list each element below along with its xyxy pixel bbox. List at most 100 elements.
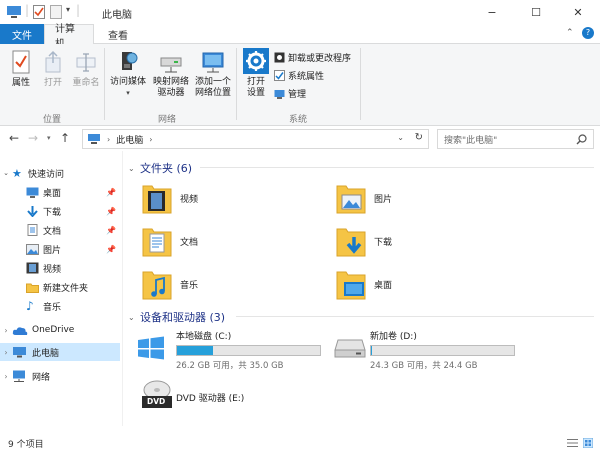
pin-icon[interactable]: 📌: [106, 226, 116, 235]
rename-label: 重命名: [72, 78, 100, 88]
tab-computer[interactable]: 计算机: [44, 24, 94, 50]
breadcrumb-chevron-icon[interactable]: ›: [107, 135, 110, 144]
pin-icon[interactable]: 📌: [106, 188, 116, 197]
tab-view[interactable]: 查看: [98, 24, 138, 44]
sidebar-item-label: 桌面: [43, 188, 62, 199]
map-network-drive-button[interactable]: 映射网络 驱动器: [150, 50, 192, 99]
drive-d[interactable]: [334, 338, 366, 361]
drive-c[interactable]: [136, 332, 168, 367]
access-media-label: 访问媒体: [109, 77, 146, 87]
sidebar-item-music[interactable]: ♪ 音乐: [0, 297, 120, 315]
section-folders-title: 文件夹 (6): [140, 162, 193, 175]
group-location-label: 位置: [43, 115, 62, 125]
add-location-label-2: 网络位置: [194, 88, 231, 98]
minimize-button[interactable]: −: [470, 0, 514, 24]
rename-button[interactable]: 重命名: [70, 50, 102, 89]
sidebar-network-label: 网络: [32, 372, 51, 383]
open-label: 打开: [43, 78, 62, 88]
help-icon[interactable]: ?: [582, 27, 594, 39]
drive-c-info: 26.2 GB 可用，共 35.0 GB: [176, 361, 284, 371]
system-properties-icon: [274, 70, 285, 81]
music-note-icon: ♪: [26, 299, 34, 313]
search-icon: [576, 134, 587, 145]
sidebar-quick-access[interactable]: ⌄ ★ 快速访问: [0, 164, 120, 182]
drive-e[interactable]: DVD: [140, 380, 174, 413]
sidebar-item-label: 视频: [43, 264, 62, 275]
pane-divider[interactable]: [122, 151, 123, 426]
tab-file[interactable]: 文件: [0, 24, 44, 44]
sidebar-item-new-folder[interactable]: 新建文件夹: [0, 278, 120, 296]
collapse-chevron-icon[interactable]: ⌄: [128, 164, 140, 173]
maximize-button[interactable]: ☐: [514, 0, 558, 24]
address-dropdown-icon[interactable]: ⌄: [397, 133, 404, 142]
sidebar-item-pictures[interactable]: 图片 📌: [0, 240, 120, 258]
collapse-chevron-icon[interactable]: ⌄: [128, 313, 140, 322]
network-location-icon: [202, 52, 224, 73]
folder-desktop[interactable]: 桌面: [336, 268, 392, 300]
section-folders-header[interactable]: ⌄ 文件夹 (6): [128, 160, 192, 176]
sidebar-item-videos[interactable]: 视频: [0, 259, 120, 277]
ribbon-tabs: 文件 计算机 查看 ⌃ ?: [0, 24, 600, 50]
sidebar-item-downloads[interactable]: 下载 📌: [0, 202, 120, 220]
access-media-button[interactable]: 访问媒体 ▾: [108, 50, 148, 99]
up-arrow-icon[interactable]: ↑: [60, 131, 70, 145]
add-network-location-button[interactable]: 添加一个 网络位置: [193, 50, 233, 99]
hard-drive-icon: [334, 339, 366, 358]
details-view-icon[interactable]: [567, 438, 578, 448]
system-properties-button[interactable]: 系统属性: [274, 69, 324, 82]
collapse-ribbon-icon[interactable]: ⌃: [566, 28, 574, 38]
status-bar: 9 个项目: [0, 433, 600, 453]
manage-button[interactable]: 管理: [274, 87, 306, 100]
pin-icon[interactable]: 📌: [106, 207, 116, 216]
sidebar-item-documents[interactable]: 文档 📌: [0, 221, 120, 239]
drive-c-usage-fill: [177, 346, 213, 355]
new-folder-quick-icon[interactable]: [50, 5, 62, 19]
sidebar-onedrive[interactable]: › OneDrive: [0, 321, 120, 339]
quick-access-dropdown-icon[interactable]: ▾: [66, 5, 70, 14]
folder-documents[interactable]: 文档: [142, 225, 198, 257]
access-media-dropdown-icon: ▾: [126, 89, 130, 97]
properties-check-icon[interactable]: [33, 5, 45, 19]
sidebar-this-pc[interactable]: › 此电脑: [0, 343, 120, 361]
search-box[interactable]: 搜索"此电脑": [437, 129, 594, 149]
properties-button[interactable]: 属性: [6, 50, 36, 89]
search-placeholder: 搜索"此电脑": [444, 135, 498, 146]
star-icon: ★: [12, 166, 22, 180]
open-settings-label-1: 打开: [246, 77, 265, 87]
sidebar-item-desktop[interactable]: 桌面 📌: [0, 183, 120, 201]
forward-arrow-icon[interactable]: →: [28, 131, 38, 145]
expand-chevron-icon[interactable]: ›: [0, 326, 12, 335]
folder-label: 桌面: [374, 280, 393, 291]
section-drives-header[interactable]: ⌄ 设备和驱动器 (3): [128, 309, 225, 325]
uninstall-program-button[interactable]: 卸载或更改程序: [274, 51, 351, 64]
computer-icon: [13, 347, 26, 358]
open-settings-button[interactable]: 打开 设置: [240, 48, 272, 99]
window-title: 此电脑: [102, 10, 132, 21]
breadcrumb-chevron-icon[interactable]: ›: [149, 135, 152, 144]
expand-chevron-icon[interactable]: ⌄: [0, 169, 12, 177]
folder-music[interactable]: 音乐: [142, 268, 198, 300]
sidebar-network[interactable]: › 网络: [0, 367, 120, 385]
network-icon: [13, 370, 25, 382]
windows-drive-icon: [138, 336, 164, 360]
drive-c-name: 本地磁盘 (C:): [176, 332, 232, 342]
open-button[interactable]: 打开: [38, 50, 68, 89]
breadcrumb-this-pc[interactable]: 此电脑: [116, 133, 143, 146]
computer-icon[interactable]: [6, 5, 22, 19]
expand-chevron-icon[interactable]: ›: [0, 372, 12, 381]
folder-downloads[interactable]: 下载: [336, 225, 392, 257]
address-bar[interactable]: › 此电脑 › ⌄ ↻: [82, 129, 429, 149]
properties-icon: [12, 50, 30, 74]
computer-icon: [88, 134, 100, 144]
download-arrow-icon: [27, 205, 38, 217]
item-count: 9 个项目: [8, 439, 44, 450]
pin-icon[interactable]: 📌: [106, 245, 116, 254]
close-button[interactable]: ✕: [556, 0, 600, 24]
folder-videos[interactable]: 视频: [142, 182, 198, 214]
recent-locations-icon[interactable]: ▾: [47, 134, 51, 142]
refresh-icon[interactable]: ↻: [415, 132, 423, 143]
expand-chevron-icon[interactable]: ›: [0, 348, 12, 357]
large-icons-view-icon[interactable]: [583, 438, 593, 448]
folder-pictures[interactable]: 图片: [336, 182, 392, 214]
back-arrow-icon[interactable]: ←: [9, 131, 19, 145]
